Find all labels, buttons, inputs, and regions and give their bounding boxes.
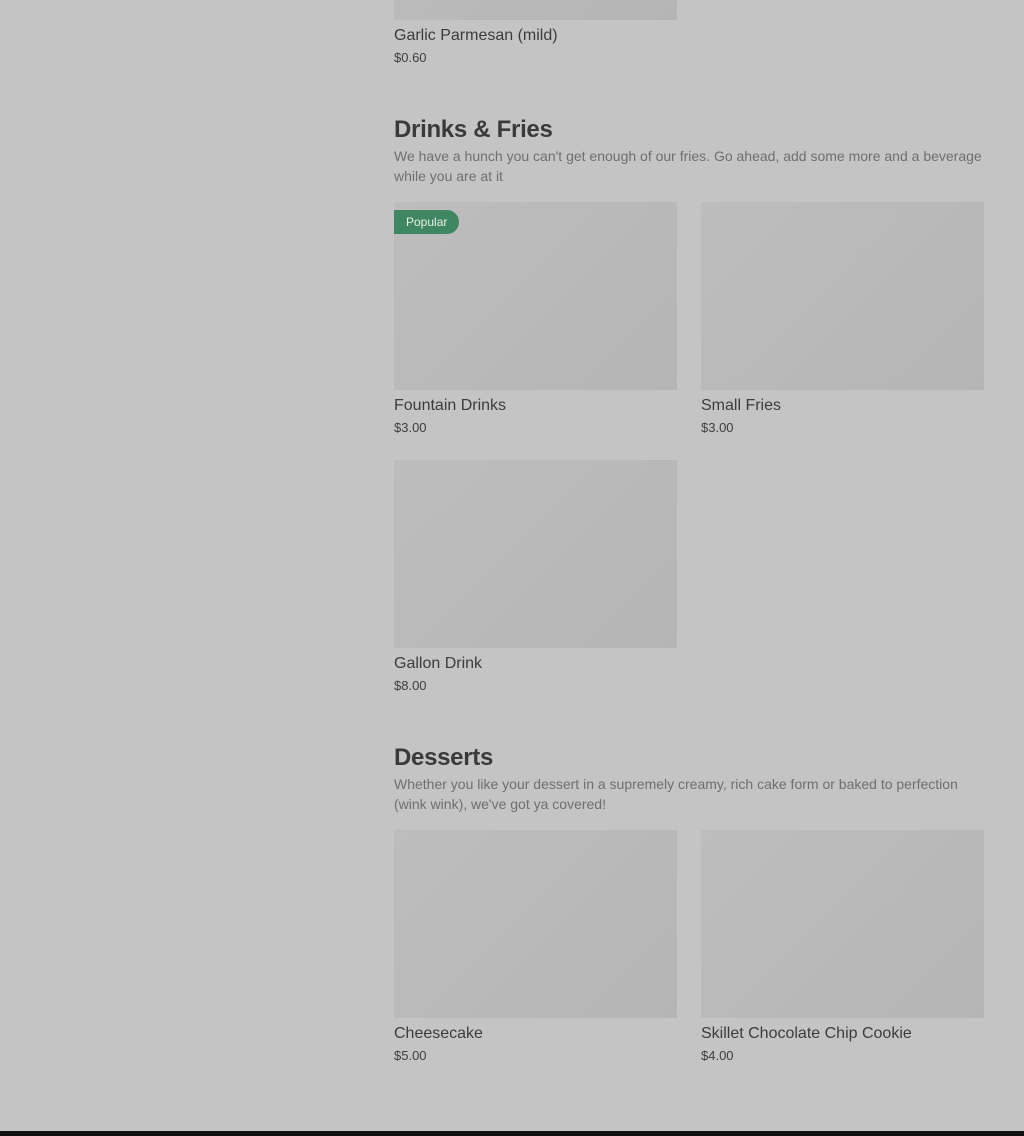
menu-item-image[interactable] [701,202,984,390]
menu-item-card-cheesecake[interactable]: Cheesecake $5.00 [394,830,677,1065]
menu-item-image[interactable] [394,460,677,648]
menu-item-name: Small Fries [701,397,782,414]
menu-item-card-small-fries[interactable]: Small Fries $3.00 [701,202,984,437]
menu-item-price: $3.00 [701,420,734,435]
popular-badge: Popular [394,210,460,234]
menu-item-name: Cheesecake [394,1025,483,1042]
menu-item-image[interactable] [394,830,677,1018]
bottom-divider [0,1131,1024,1136]
section-title-desserts: Desserts [394,744,494,771]
menu-item-name: Gallon Drink [394,655,483,672]
menu-item-price: $4.00 [701,1048,734,1063]
section-description-desserts: Whether you like your dessert in a supre… [394,776,958,812]
menu-item-name: Skillet Chocolate Chip Cookie [701,1025,912,1042]
menu-item-image[interactable] [701,830,984,1018]
menu-item-name: Fountain Drinks [394,397,507,414]
menu-item-price: $0.60 [394,50,427,65]
section-description-drinks-fries: We have a hunch you can't get enough of … [394,148,982,184]
menu-item-price: $8.00 [394,678,427,693]
menu-item-card-fountain-drinks[interactable]: Popular Fountain Drinks $3.00 [394,202,677,437]
menu-item-price: $3.00 [394,420,427,435]
store-menu-page: Garlic Parmesan (mild) $0.60 Drinks & Fr… [0,0,1024,1136]
menu-item-card-skillet-cookie[interactable]: Skillet Chocolate Chip Cookie $4.00 [701,830,984,1065]
menu-item-name: Garlic Parmesan (mild) [394,27,558,44]
menu-item-image[interactable] [394,0,677,20]
menu-item-card[interactable]: Garlic Parmesan (mild) $0.60 [394,0,677,67]
menu-item-card-gallon-drink[interactable]: Gallon Drink $8.00 [394,460,677,695]
section-title-drinks-fries: Drinks & Fries [394,116,553,143]
menu-item-image[interactable]: Popular [394,202,677,390]
menu-item-price: $5.00 [394,1048,427,1063]
